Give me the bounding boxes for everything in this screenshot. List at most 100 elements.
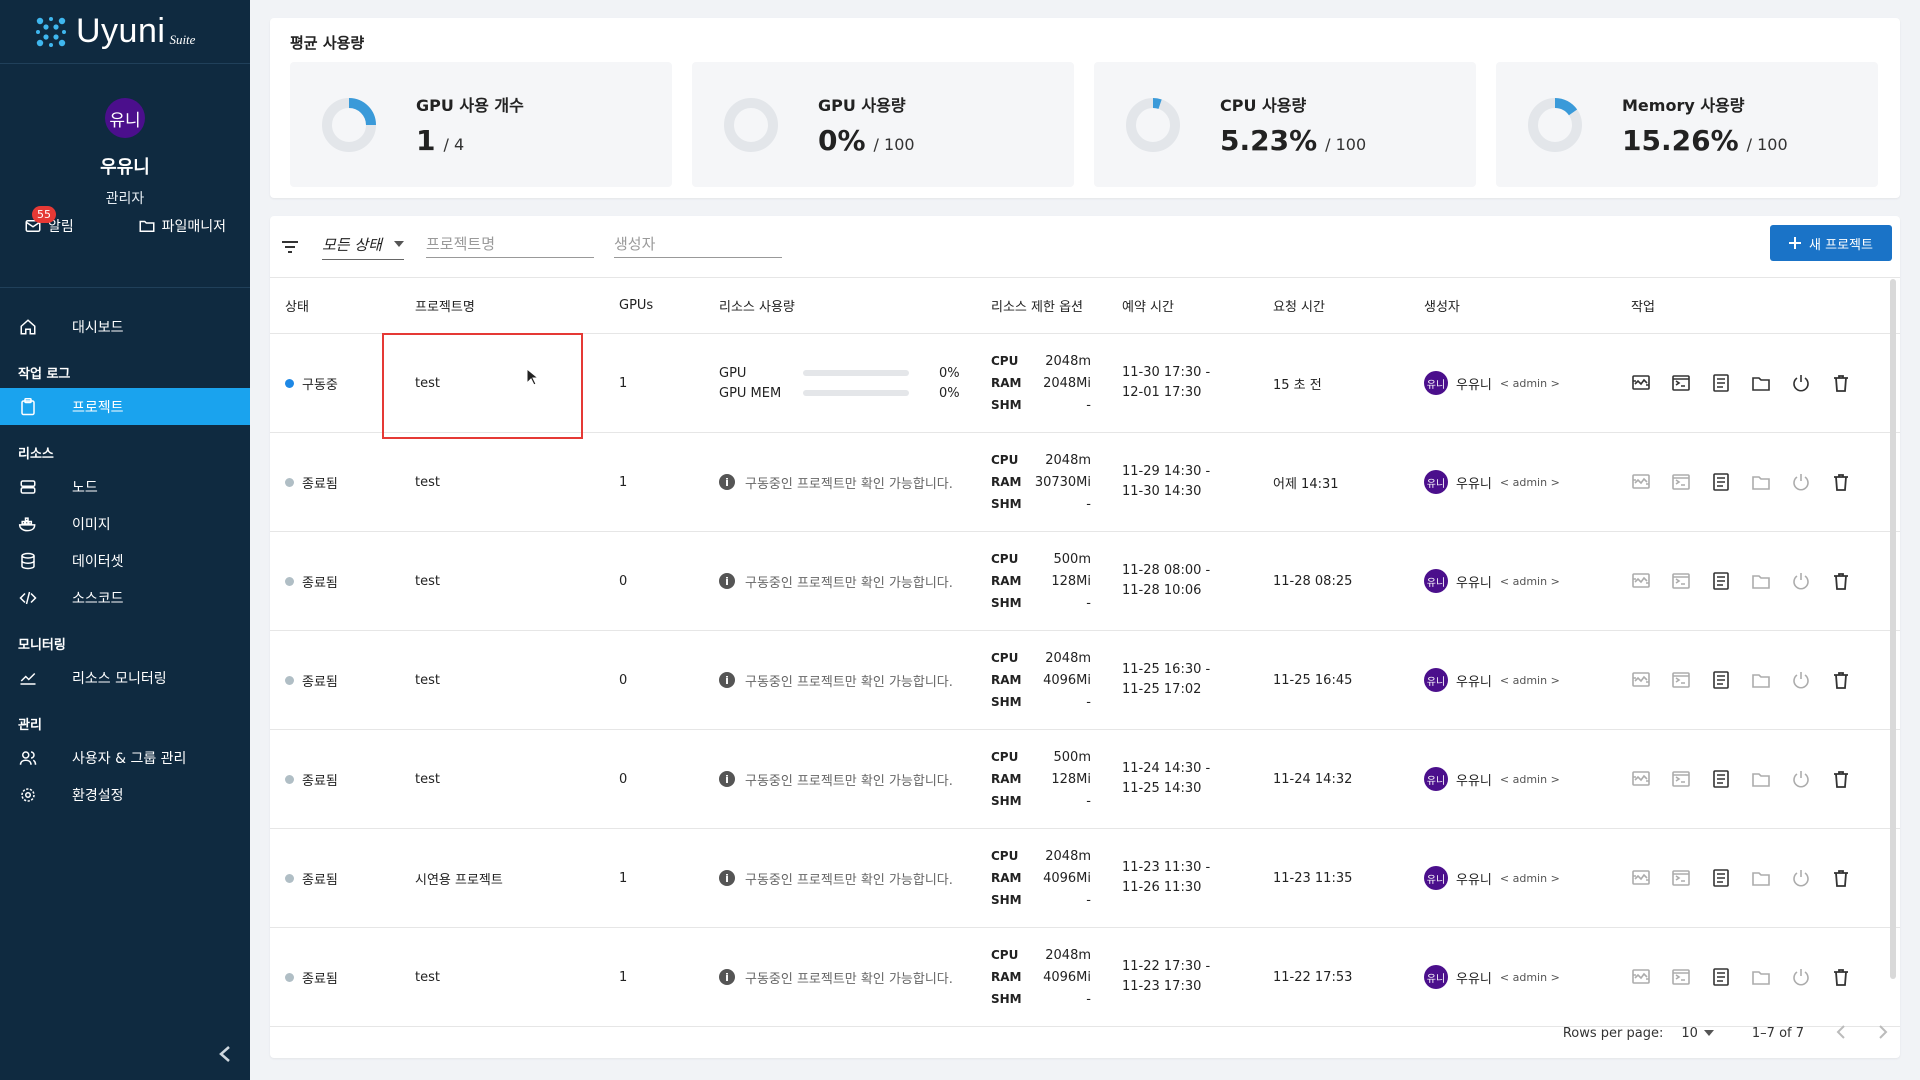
card-total: / 100	[1746, 135, 1788, 154]
project-name-cell[interactable]: test	[401, 970, 604, 985]
stop-button[interactable]	[1791, 868, 1811, 888]
project-name-cell[interactable]: test	[401, 673, 604, 688]
project-name-cell[interactable]: test	[401, 376, 604, 391]
owner-input[interactable]	[614, 235, 782, 258]
card-total: / 100	[873, 135, 915, 154]
nav-item-resource-monitoring[interactable]: 리소스 모니터링	[0, 659, 250, 696]
open-folder-button[interactable]	[1751, 472, 1771, 492]
table-row[interactable]: 구동중 test 1 GPU 0% GPU MEM 0% CPU 2048m RAM 2…	[270, 333, 1900, 439]
open-monitor-button[interactable]	[1631, 868, 1651, 888]
nav-item-project[interactable]: 프로젝트	[0, 388, 250, 425]
nav-item-dataset[interactable]: 데이터셋	[0, 542, 250, 579]
project-name-cell[interactable]: test	[401, 475, 604, 490]
open-terminal-button[interactable]	[1671, 769, 1691, 789]
view-log-button[interactable]	[1711, 571, 1731, 591]
shm-limit: -	[1086, 991, 1091, 1007]
avatar: 유니	[1424, 767, 1448, 791]
code-icon	[18, 588, 38, 608]
open-terminal-button[interactable]	[1671, 670, 1691, 690]
prev-page-button[interactable]	[1836, 1023, 1846, 1044]
delete-button[interactable]	[1831, 373, 1851, 393]
notifications-link[interactable]: 55 알림	[24, 206, 74, 236]
delete-button[interactable]	[1831, 670, 1851, 690]
open-terminal-button[interactable]	[1671, 472, 1691, 492]
stop-button[interactable]	[1791, 571, 1811, 591]
view-log-button[interactable]	[1711, 769, 1731, 789]
nav-item-node[interactable]: 노드	[0, 468, 250, 505]
delete-button[interactable]	[1831, 868, 1851, 888]
power-icon	[1791, 771, 1811, 793]
open-monitor-button[interactable]	[1631, 571, 1651, 591]
stop-button[interactable]	[1791, 373, 1811, 393]
open-folder-button[interactable]	[1751, 373, 1771, 393]
rows-per-page-select[interactable]: 10	[1681, 1026, 1714, 1041]
card-value: 15.26%	[1622, 124, 1739, 157]
open-folder-button[interactable]	[1751, 670, 1771, 690]
open-terminal-button[interactable]	[1671, 967, 1691, 987]
filter-icon[interactable]	[280, 239, 300, 255]
delete-button[interactable]	[1831, 967, 1851, 987]
cpu-limit: 2048m	[1045, 848, 1091, 864]
stop-button[interactable]	[1791, 472, 1811, 492]
table-row[interactable]: 종료됨 test 1 i 구동중인 프로젝트만 확인 가능합니다. CPU 2048…	[270, 433, 1900, 532]
delete-button[interactable]	[1831, 571, 1851, 591]
new-project-button[interactable]: 새 프로젝트	[1770, 225, 1892, 261]
open-terminal-button[interactable]	[1671, 571, 1691, 591]
limit-key: RAM	[991, 376, 1022, 390]
terminal-icon	[1671, 474, 1691, 496]
power-icon	[1791, 870, 1811, 892]
open-monitor-button[interactable]	[1631, 670, 1651, 690]
open-monitor-button[interactable]	[1631, 769, 1651, 789]
requested-time-cell: 11-25 16:45	[1273, 672, 1353, 688]
owner-name: 우유니	[1456, 377, 1492, 393]
trash-icon	[1831, 474, 1851, 496]
open-folder-button[interactable]	[1751, 967, 1771, 987]
scrollbar[interactable]	[1890, 279, 1896, 979]
nav-item-image[interactable]: 이미지	[0, 505, 250, 542]
project-name-input[interactable]	[426, 235, 594, 258]
owner-cell: 유니 우유니 < admin >	[1409, 668, 1611, 692]
stop-button[interactable]	[1791, 967, 1811, 987]
view-log-button[interactable]	[1711, 868, 1731, 888]
table-row[interactable]: 종료됨 시연용 프로젝트 1 i 구동중인 프로젝트만 확인 가능합니다. CPU…	[270, 829, 1900, 928]
project-name-cell[interactable]: 시연용 프로젝트	[401, 869, 604, 888]
filter-toolbar: 모든 상태 새 프로젝트	[270, 216, 1900, 278]
view-log-button[interactable]	[1711, 472, 1731, 492]
table-row[interactable]: 종료됨 test 0 i 구동중인 프로젝트만 확인 가능합니다. CPU 500m…	[270, 730, 1900, 829]
nav-item-sourcecode[interactable]: 소스코드	[0, 579, 250, 616]
open-terminal-button[interactable]	[1671, 373, 1691, 393]
open-folder-button[interactable]	[1751, 571, 1771, 591]
cpu-limit: 2048m	[1045, 947, 1091, 963]
view-log-button[interactable]	[1711, 670, 1731, 690]
open-monitor-button[interactable]	[1631, 472, 1651, 492]
delete-button[interactable]	[1831, 472, 1851, 492]
project-name-cell[interactable]: test	[401, 574, 604, 589]
logo[interactable]: Uyuni Suite	[0, 0, 250, 64]
nav-item-user-group[interactable]: 사용자 & 그룹 관리	[0, 739, 250, 776]
delete-button[interactable]	[1831, 769, 1851, 789]
view-log-button[interactable]	[1711, 967, 1731, 987]
nav-item-settings[interactable]: 환경설정	[0, 776, 250, 813]
stop-button[interactable]	[1791, 769, 1811, 789]
next-page-button[interactable]	[1878, 1023, 1888, 1044]
donut-chart	[1126, 97, 1180, 152]
status-select[interactable]: 모든 상태	[322, 234, 404, 260]
open-monitor-button[interactable]	[1631, 373, 1651, 393]
view-log-button[interactable]	[1711, 373, 1731, 393]
nav-item-dashboard[interactable]: 대시보드	[0, 308, 250, 345]
stop-button[interactable]	[1791, 670, 1811, 690]
open-folder-button[interactable]	[1751, 868, 1771, 888]
open-terminal-button[interactable]	[1671, 868, 1691, 888]
usage-note-text: 구동중인 프로젝트만 확인 가능합니다.	[745, 773, 953, 789]
collapse-sidebar-button[interactable]	[218, 1044, 232, 1068]
log-icon	[1711, 869, 1731, 892]
log-icon	[1711, 770, 1731, 793]
open-folder-button[interactable]	[1751, 769, 1771, 789]
usage-label: GPU	[719, 365, 747, 381]
open-monitor-button[interactable]	[1631, 967, 1651, 987]
log-icon	[1711, 473, 1731, 496]
table-row[interactable]: 종료됨 test 0 i 구동중인 프로젝트만 확인 가능합니다. CPU 500m…	[270, 532, 1900, 631]
project-name-cell[interactable]: test	[401, 772, 604, 787]
file-manager-link[interactable]: 파일매니저	[138, 216, 226, 236]
table-row[interactable]: 종료됨 test 0 i 구동중인 프로젝트만 확인 가능합니다. CPU 2048…	[270, 631, 1900, 730]
